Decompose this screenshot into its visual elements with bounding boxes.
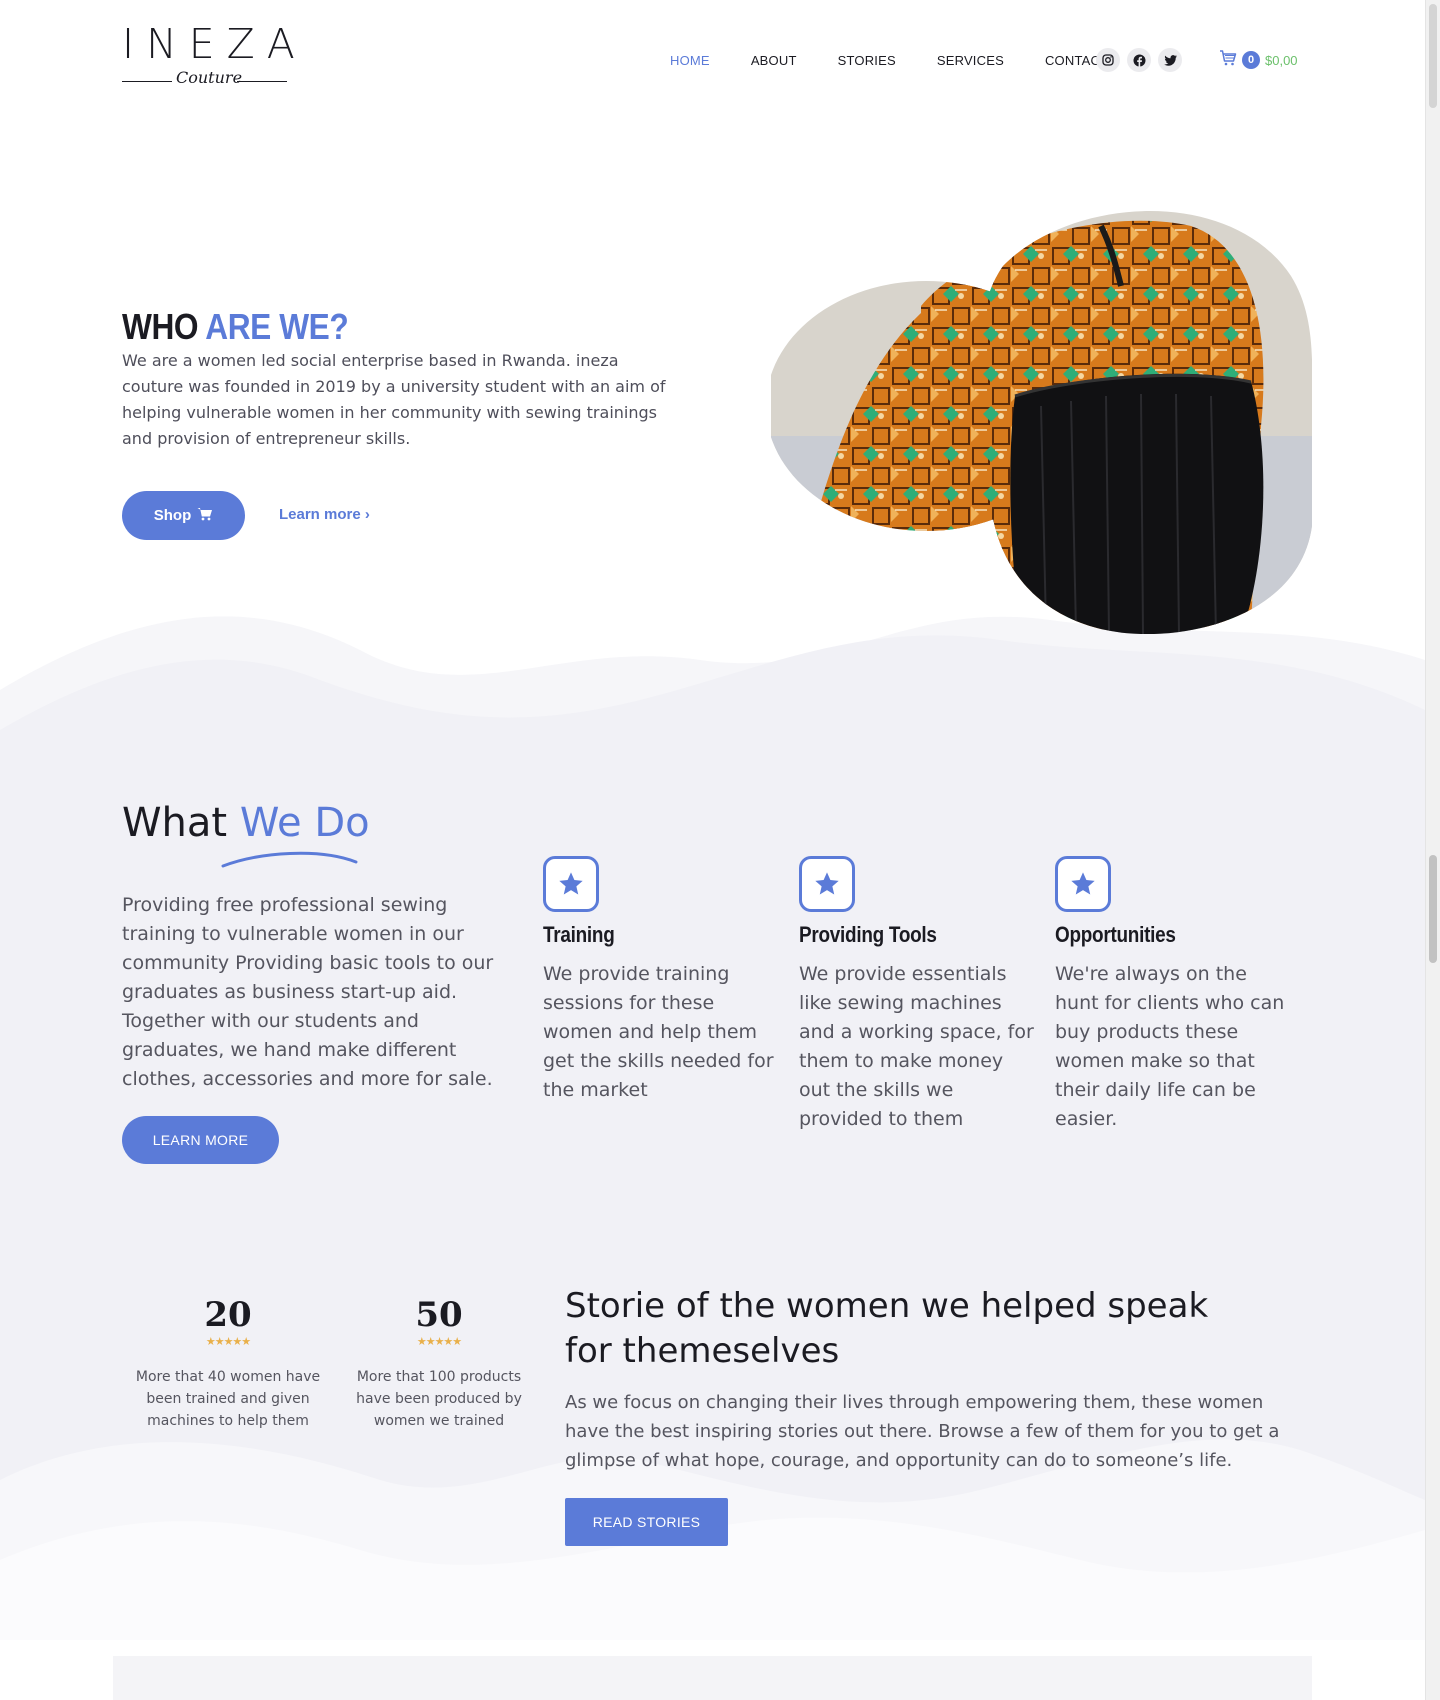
shop-button[interactable]: Shop: [122, 491, 245, 540]
cart-icon: [197, 507, 213, 525]
page-scrollbar[interactable]: [1425, 0, 1440, 1700]
title-underline-decoration: [221, 851, 358, 868]
nav-home[interactable]: HOME: [670, 53, 710, 68]
stories-title: Storie of the women we helped speak for …: [565, 1286, 1209, 1371]
stat-caption: More that 100 products have been produce…: [356, 1369, 522, 1429]
learn-more-label: Learn more: [279, 506, 361, 523]
feature-description: We're always on the hunt for clients who…: [1055, 963, 1285, 1130]
star-icon: [543, 856, 599, 912]
stat-women-trained: 20 ★★★★★ More that 40 women have been tr…: [133, 1295, 323, 1432]
feature-description: We provide essentials like sewing machin…: [799, 963, 1034, 1130]
nav-about[interactable]: ABOUT: [751, 53, 797, 68]
nav-services[interactable]: SERVICES: [937, 53, 1004, 68]
facebook-icon[interactable]: [1127, 48, 1151, 72]
star-icon: [799, 856, 855, 912]
rating-stars-icon: ★★★★★: [205, 1335, 251, 1348]
social-links: [1096, 48, 1182, 72]
hero-title-part1: WHO: [122, 306, 199, 347]
feature-providing-tools: Providing Tools We provide essentials li…: [799, 856, 1039, 1134]
scrollbar-thumb-top[interactable]: [1429, 4, 1437, 108]
feature-title: Opportunities: [1055, 922, 1176, 947]
hero-title: WHO ARE WE?: [122, 306, 349, 348]
feature-title: Providing Tools: [799, 922, 937, 947]
star-icon: [1055, 856, 1111, 912]
main-nav: HOME ABOUT STORIES SERVICES CONTACT: [670, 53, 1149, 68]
chevron-right-icon: ›: [364, 506, 370, 523]
what-we-do-description: Providing free professional sewing train…: [122, 894, 494, 1090]
rating-stars-icon: ★★★★★: [416, 1335, 462, 1348]
learn-more-button[interactable]: LEARN MORE: [122, 1116, 279, 1164]
brand-name: INEZA: [122, 20, 307, 68]
hero-title-part2: ARE WE?: [205, 306, 349, 347]
stat-caption: More that 40 women have been trained and…: [135, 1369, 321, 1429]
feature-opportunities: Opportunities We're always on the hunt f…: [1055, 856, 1295, 1134]
instagram-icon[interactable]: [1096, 48, 1120, 72]
next-section-card: [113, 1656, 1312, 1700]
hero-description: We are a women led social enterprise bas…: [122, 351, 666, 448]
cart-icon: [1219, 50, 1237, 70]
nav-stories[interactable]: STORIES: [838, 53, 896, 68]
cart-amount: $0,00: [1265, 52, 1298, 68]
site-header: INEZA Couture HOME ABOUT STORIES SERVICE…: [0, 0, 1425, 122]
brand-tagline: Couture: [176, 68, 243, 87]
feature-title: Training: [543, 922, 615, 947]
shop-button-label: Shop: [153, 507, 192, 524]
stat-number: 20: [204, 1295, 252, 1335]
what-we-do-title: What We Do: [122, 800, 370, 846]
cart-count-badge: 0: [1242, 51, 1260, 69]
brand-tagline-row: Couture: [122, 68, 287, 96]
feature-description: We provide training sessions for these w…: [543, 963, 774, 1101]
feature-training: Training We provide training sessions fo…: [543, 856, 783, 1105]
what-we-do-title-part1: What: [122, 800, 228, 846]
stories-description: As we focus on changing their lives thro…: [565, 1392, 1280, 1471]
brand-logo[interactable]: INEZA Couture: [122, 20, 307, 100]
read-stories-button[interactable]: READ STORIES: [565, 1498, 728, 1546]
what-we-do-title-part2: We Do: [239, 800, 370, 846]
hero-product-image: [771, 211, 1312, 634]
stat-number: 50: [415, 1295, 463, 1335]
stat-products-produced: 50 ★★★★★ More that 100 products have bee…: [344, 1295, 534, 1432]
learn-more-link[interactable]: Learn more ›: [279, 506, 370, 523]
scrollbar-thumb[interactable]: [1429, 855, 1437, 963]
twitter-icon[interactable]: [1158, 48, 1182, 72]
cart-link[interactable]: 0 $0,00: [1219, 50, 1298, 70]
